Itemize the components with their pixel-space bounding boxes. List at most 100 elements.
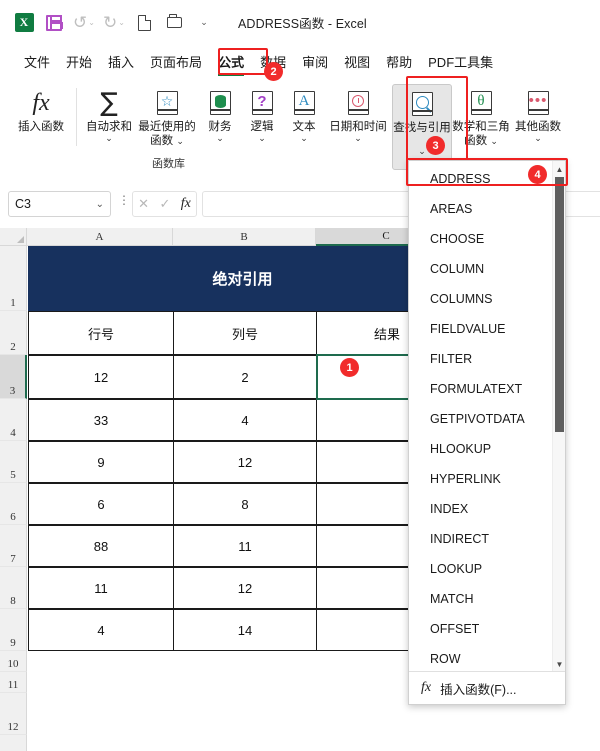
dropdown-item-column[interactable]: COLUMN [409,254,565,284]
dropdown-insert-function-item[interactable]: fx 插入函数(F)... [409,671,565,704]
dropdown-item-columns[interactable]: COLUMNS [409,284,565,314]
text-button[interactable]: A 文本 ⌄ [283,84,325,143]
chevron-down-icon[interactable]: ⌄ [490,136,498,146]
chevron-down-icon[interactable]: ⌄ [258,134,266,143]
dropdown-list: ADDRESS AREAS CHOOSE COLUMN COLUMNS FIEL… [409,161,565,672]
dropdown-item-choose[interactable]: CHOOSE [409,224,565,254]
dropdown-item-row[interactable]: ROW [409,644,565,671]
menu-tab-formulas[interactable]: 公式 [210,49,252,76]
header-cell-a2[interactable]: 行号 [28,311,174,355]
row-header-9[interactable]: 9 [0,609,27,651]
row-header-10[interactable]: 10 [0,651,27,672]
financial-button[interactable]: 财务 ⌄ [199,84,241,143]
open-file-icon[interactable] [162,11,186,35]
insert-function-label: 插入函数 [18,121,64,133]
scroll-down-icon[interactable]: ▼ [553,657,565,671]
name-box[interactable]: C3 ⌄ [8,191,111,217]
cell-a8[interactable]: 11 [28,567,174,609]
lookup-reference-button[interactable]: 查找与引用 ⌄ [392,84,452,170]
dropdown-item-offset[interactable]: OFFSET [409,614,565,644]
logic-book-icon: ? [251,88,273,118]
dropdown-item-lookup[interactable]: LOOKUP [409,554,565,584]
cancel-formula-icon[interactable]: ✕ [138,196,149,212]
save-icon[interactable] [42,11,66,35]
cell-a4[interactable]: 33 [28,399,174,441]
menu-tab-insert[interactable]: 插入 [100,49,142,74]
fx-icon: fx [32,89,50,116]
insert-function-icon[interactable]: fx [181,196,191,212]
dropdown-item-areas[interactable]: AREAS [409,194,565,224]
menu-tab-review[interactable]: 审阅 [294,49,336,74]
dropdown-scrollbar[interactable]: ▲ ▼ [552,161,565,672]
autosum-button[interactable]: ∑ 自动求和 ⌄ [83,84,135,143]
cell-b9[interactable]: 14 [173,609,317,651]
row-header-3[interactable]: 3 [0,355,27,399]
logical-button[interactable]: ? 逻辑 ⌄ [241,84,283,143]
menu-tab-page-layout[interactable]: 页面布局 [142,49,210,74]
redo-icon[interactable]: ↻ ⌄ [102,11,126,35]
math-trig-button[interactable]: θ 数学和三角函数 ⌄ [452,84,510,148]
row-header-5[interactable]: 5 [0,441,27,483]
chevron-down-icon[interactable]: ⌄ [300,134,308,143]
row-header-13[interactable] [0,735,27,751]
cell-a6[interactable]: 6 [28,483,174,525]
customize-qat-icon[interactable]: ⌄ [192,11,216,35]
cell-b3[interactable]: 2 [173,355,317,399]
row-header-7[interactable]: 7 [0,525,27,567]
row-header-8[interactable]: 8 [0,567,27,609]
formula-bar-options-icon[interactable]: ⋮ [118,194,130,206]
sheet-title-cell[interactable]: 绝对引用 [28,246,457,311]
undo-icon[interactable]: ↺ ⌄ [72,11,96,35]
badge-3: 3 [426,136,445,155]
chevron-down-icon[interactable]: ⌄ [216,134,224,143]
column-header-b[interactable]: B [173,228,316,246]
dropdown-item-index[interactable]: INDEX [409,494,565,524]
chevron-down-icon[interactable]: ⌄ [176,136,184,146]
more-functions-button[interactable]: ••• 其他函数 ⌄ [510,84,566,143]
recently-used-button[interactable]: ☆ 最近使用的函数 ⌄ [135,84,199,148]
chevron-down-icon[interactable]: ⌄ [105,134,113,143]
cell-a3[interactable]: 12 [28,355,174,399]
scroll-up-icon[interactable]: ▲ [553,162,565,176]
dropdown-item-indirect[interactable]: INDIRECT [409,524,565,554]
scrollbar-thumb[interactable] [555,177,564,432]
cell-b4[interactable]: 4 [173,399,317,441]
dropdown-item-fieldvalue[interactable]: FIELDVALUE [409,314,565,344]
row-header-2[interactable]: 2 [0,311,27,355]
row-header-6[interactable]: 6 [0,483,27,525]
header-cell-b2[interactable]: 列号 [173,311,317,355]
cell-b7[interactable]: 11 [173,525,317,567]
cell-b5[interactable]: 12 [173,441,317,483]
menu-tab-view[interactable]: 视图 [336,49,378,74]
row-header-11[interactable]: 11 [0,672,27,693]
select-all-corner[interactable] [0,228,27,246]
chevron-down-icon[interactable]: ⌄ [354,134,362,143]
dropdown-item-formulatext[interactable]: FORMULATEXT [409,374,565,404]
dropdown-item-match[interactable]: MATCH [409,584,565,614]
insert-function-button[interactable]: fx 插入函数 [12,84,70,134]
dropdown-item-hyperlink[interactable]: HYPERLINK [409,464,565,494]
cell-a9[interactable]: 4 [28,609,174,651]
dropdown-item-hlookup[interactable]: HLOOKUP [409,434,565,464]
menu-tab-file[interactable]: 文件 [16,49,58,74]
menu-tab-pdf-tools[interactable]: PDF工具集 [420,49,501,74]
new-file-icon[interactable] [132,11,156,35]
row-header-4[interactable]: 4 [0,399,27,441]
lookup-reference-label: 查找与引用 [393,122,451,134]
chevron-down-icon[interactable]: ⌄ [96,199,104,210]
row-header-12[interactable]: 12 [0,693,27,735]
chevron-down-icon[interactable]: ⌄ [418,147,426,156]
dropdown-item-getpivotdata[interactable]: GETPIVOTDATA [409,404,565,434]
cell-a5[interactable]: 9 [28,441,174,483]
chevron-down-icon[interactable]: ⌄ [534,134,542,143]
row-header-1[interactable]: 1 [0,246,27,311]
cell-b8[interactable]: 12 [173,567,317,609]
menu-tab-help[interactable]: 帮助 [378,49,420,74]
cell-a7[interactable]: 88 [28,525,174,567]
cell-b6[interactable]: 8 [173,483,317,525]
dropdown-item-filter[interactable]: FILTER [409,344,565,374]
confirm-formula-icon[interactable]: ✓ [159,196,170,212]
date-time-button[interactable]: 日期和时间 ⌄ [325,84,391,143]
menu-tab-home[interactable]: 开始 [58,49,100,74]
column-header-a[interactable]: A [27,228,173,246]
